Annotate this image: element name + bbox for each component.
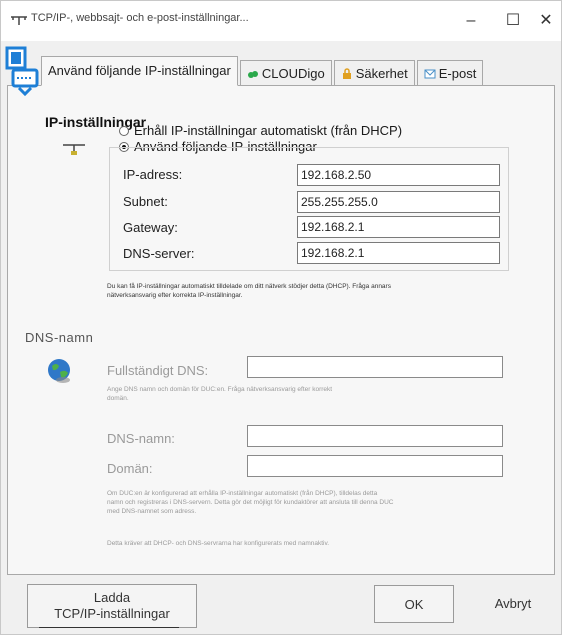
- lock-icon: [342, 67, 351, 79]
- tab-bar: Använd följande IP-inställningar CLOUDig…: [41, 56, 485, 86]
- tab-security[interactable]: Säkerhet: [333, 60, 415, 86]
- subnet-input[interactable]: 255.255.255.0: [297, 191, 500, 213]
- title-bar: TCP/IP-, webbsajt- och e-post-inställnin…: [1, 1, 561, 41]
- load-button-line2: TCP/IP-inställningar: [54, 606, 170, 621]
- dns-name-label: DNS-namn:: [107, 431, 175, 446]
- close-button[interactable]: ✕: [531, 9, 561, 33]
- ip-note-line2: nätverksansvarig efter korrekta IP-instä…: [107, 292, 243, 299]
- dns-help-line1: Om DUC:en är konfigurerad att erhålla IP…: [107, 490, 378, 497]
- dns-help-line2: namn och registreras i DNS-servern. Dett…: [107, 499, 394, 506]
- ok-button[interactable]: OK: [374, 585, 454, 623]
- load-tcpip-button[interactable]: Ladda TCP/IP-inställningar: [27, 584, 197, 628]
- focus-underline: [39, 627, 179, 628]
- radio-dhcp[interactable]: Erhåll IP-inställningar automatiskt (frå…: [119, 123, 402, 138]
- dns-name-input[interactable]: [247, 425, 503, 447]
- dns-help-line4: Detta kräver att DHCP- och DNS-servrarna…: [107, 540, 330, 547]
- domain-label: Domän:: [107, 461, 153, 476]
- cloud-icon: [247, 70, 258, 78]
- cancel-button[interactable]: Avbryt: [473, 585, 553, 623]
- network-icon: [11, 16, 27, 25]
- tab-label: Använd följande IP-inställningar: [48, 63, 231, 78]
- fqdn-input[interactable]: [247, 356, 503, 378]
- gateway-input[interactable]: 192.168.2.1: [297, 216, 500, 238]
- tab-label: Säkerhet: [355, 65, 408, 81]
- subnet-label: Subnet:: [123, 194, 168, 209]
- dns-server-input[interactable]: 192.168.2.1: [297, 242, 500, 264]
- dns-help-line3: med DNS-namnet som adress.: [107, 508, 197, 515]
- maximize-button[interactable]: ☐: [498, 9, 528, 33]
- ip-address-input[interactable]: 192.168.2.50: [297, 164, 500, 186]
- network-cable-icon: [63, 144, 85, 155]
- minimize-button[interactable]: –: [456, 9, 486, 33]
- dns-section-title: DNS-namn: [25, 330, 94, 345]
- domain-input[interactable]: [247, 455, 503, 477]
- load-button-line1: Ladda: [93, 590, 131, 605]
- fqdn-help-line1: Ange DNS namn och domän för DUC:en. Fråg…: [107, 386, 333, 393]
- ip-note-line1: Du kan få IP-inställningar automatiskt t…: [107, 283, 391, 290]
- dns-server-label: DNS-server:: [123, 246, 195, 261]
- fqdn-help-line2: domän.: [107, 395, 129, 402]
- window-title: TCP/IP-, webbsajt- och e-post-inställnin…: [31, 12, 249, 24]
- tab-label: CLOUDigo: [261, 65, 325, 81]
- tab-label: E-post: [438, 65, 477, 81]
- radio-dhcp-circle[interactable]: [119, 125, 129, 136]
- radio-dhcp-label: Erhåll IP-inställningar automatiskt (frå…: [134, 123, 403, 138]
- mail-icon: [424, 69, 436, 78]
- globe-icon: [48, 359, 70, 383]
- settings-dialog: TCP/IP-, webbsajt- och e-post-inställnin…: [0, 0, 562, 635]
- gateway-label: Gateway:: [123, 220, 178, 235]
- fqdn-label: Fullständigt DNS:: [107, 363, 209, 378]
- ip-address-label: IP-adress:: [123, 167, 183, 182]
- network-config-icon: [5, 46, 39, 97]
- tab-ip-settings[interactable]: Använd följande IP-inställningar: [41, 56, 238, 86]
- tab-cloudigo[interactable]: CLOUDigo: [239, 60, 332, 86]
- tab-email[interactable]: E-post: [416, 60, 484, 86]
